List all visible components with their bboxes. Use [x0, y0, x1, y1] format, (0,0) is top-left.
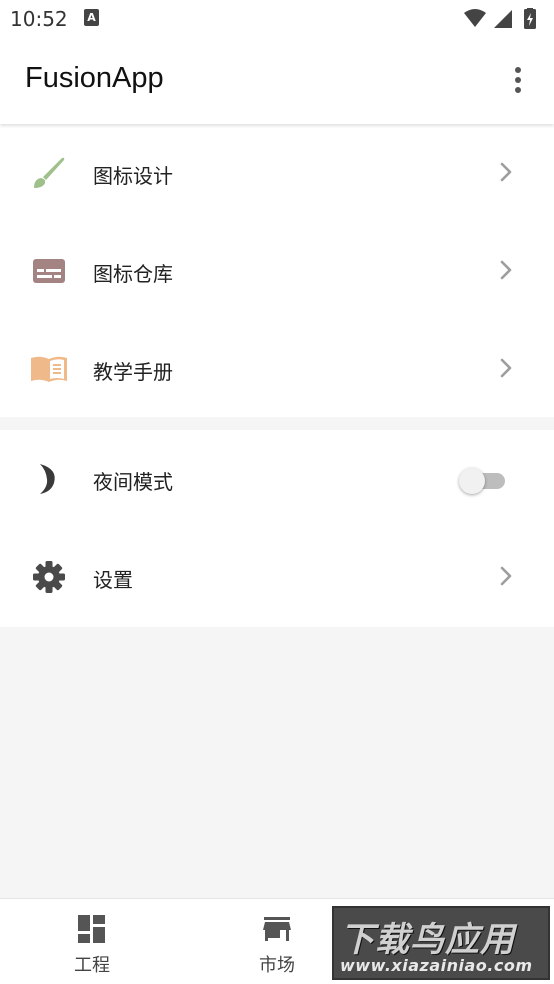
status-bar: 10:52 A — [0, 0, 554, 40]
dashboard-icon — [78, 915, 105, 943]
status-time: 10:52 — [10, 7, 68, 31]
store-icon — [263, 917, 291, 941]
more-vert-icon[interactable] — [500, 62, 536, 98]
app-title: FusionApp — [25, 62, 164, 94]
toggle-thumb — [459, 468, 485, 494]
status-icons — [464, 8, 536, 29]
moon-icon — [40, 464, 55, 494]
menu-item-label: 图标仓库 — [93, 262, 173, 286]
subtitles-icon — [33, 259, 65, 283]
menu-item-night-mode[interactable]: 夜间模式 — [0, 430, 554, 528]
book-open-icon — [31, 356, 67, 382]
menu-item-label: 教学手册 — [93, 360, 173, 384]
gear-icon — [33, 561, 65, 593]
menu-item-label: 设置 — [93, 568, 133, 592]
chevron-right-icon — [500, 358, 512, 378]
night-mode-toggle[interactable] — [459, 466, 507, 494]
app-bar: FusionApp — [0, 40, 554, 124]
chevron-right-icon — [500, 566, 512, 586]
battery-charging-icon — [524, 8, 536, 29]
menu-item-label: 图标设计 — [93, 164, 173, 188]
nav-label: 工程 — [74, 955, 110, 976]
menu-item-icon-design[interactable]: 图标设计 — [0, 124, 554, 222]
menu-item-label: 夜间模式 — [93, 470, 173, 494]
wifi-icon — [464, 9, 486, 27]
menu-section-preferences: 夜间模式 设置 — [0, 430, 554, 627]
chevron-right-icon — [500, 162, 512, 182]
menu-item-settings[interactable]: 设置 — [0, 528, 554, 626]
notification-badge: A — [84, 9, 99, 26]
menu-section-tools: 图标设计 图标仓库 教学手册 — [0, 124, 554, 417]
menu-item-icon-repository[interactable]: 图标仓库 — [0, 222, 554, 320]
brush-icon — [34, 157, 65, 188]
watermark-title: 下载鸟应用 — [340, 920, 515, 960]
watermark: 下载鸟应用 www.xiazainiao.com — [332, 906, 550, 980]
signal-icon — [494, 10, 512, 28]
watermark-url: www.xiazainiao.com — [340, 956, 533, 975]
chevron-right-icon — [500, 260, 512, 280]
nav-tab-projects[interactable]: 工程 — [0, 899, 184, 984]
menu-item-tutorial[interactable]: 教学手册 — [0, 320, 554, 418]
